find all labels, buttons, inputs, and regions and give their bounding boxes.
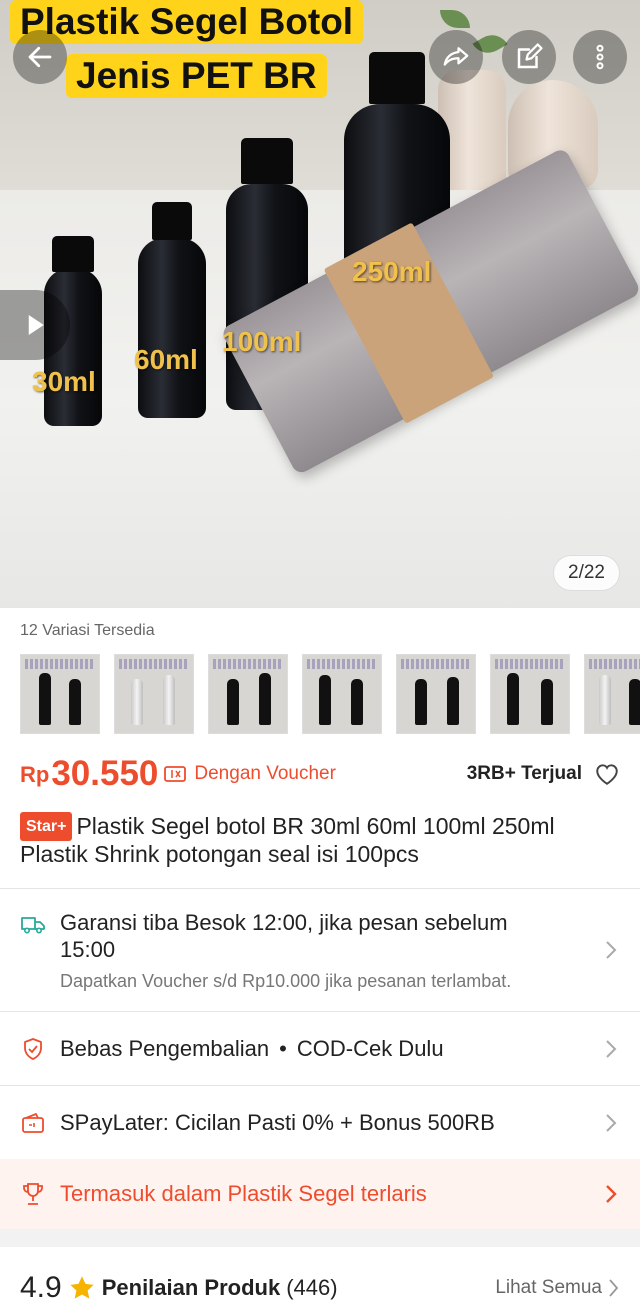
variation-thumb[interactable] <box>490 654 570 734</box>
product-image-carousel[interactable]: 30ml 60ml 100ml 250ml Plastik Segel Boto… <box>0 0 640 608</box>
star-icon <box>70 1276 94 1299</box>
rating-count: (446) <box>286 1275 338 1300</box>
hero-title-line2: Jenis PET BR <box>66 54 327 98</box>
section-gap <box>0 1229 640 1247</box>
trophy-icon <box>23 1183 43 1205</box>
shipping-guarantee-row[interactable]: Garansi tiba Besok 12:00, jika pesan seb… <box>0 889 640 1011</box>
back-arrow-icon <box>28 46 52 68</box>
size-label-30ml: 30ml <box>32 366 96 397</box>
paylater-wallet-icon <box>22 1112 44 1133</box>
chevron-right-icon <box>606 1039 617 1058</box>
size-label-100ml: 100ml <box>222 326 302 357</box>
sold-count: 3RB+ Terjual <box>466 763 582 784</box>
size-label-60ml: 60ml <box>134 344 198 375</box>
chevron-right-icon <box>606 1113 617 1132</box>
play-icon <box>28 315 44 335</box>
hero-title-line1: Plastik Segel Botol <box>10 0 364 44</box>
variation-thumb[interactable] <box>20 654 100 734</box>
paylater-label: SPayLater: Cicilan Pasti 0% + Bonus 500R… <box>60 1109 495 1135</box>
bestseller-label: Termasuk dalam Plastik Segel terlaris <box>60 1181 427 1206</box>
variation-thumb[interactable] <box>584 654 640 734</box>
truck-icon <box>21 917 45 934</box>
share-icon <box>443 47 469 66</box>
more-vertical-icon <box>596 44 604 70</box>
shipping-voucher-note: Dapatkan Voucher s/d Rp10.000 jika pesan… <box>60 971 512 991</box>
chevron-right-icon <box>606 1185 617 1203</box>
shield-check-icon <box>24 1037 42 1060</box>
back-button[interactable] <box>13 30 67 84</box>
variation-thumb[interactable] <box>302 654 382 734</box>
image-counter: 2/22 <box>553 555 620 591</box>
bottle-60ml-image <box>138 202 206 418</box>
rating-score: 4.9 <box>20 1271 62 1301</box>
rating-row[interactable]: 4.9 Penilaian Produk (446) Lihat Semua <box>0 1247 640 1301</box>
returns-row[interactable]: Bebas Pengembalian • COD-Cek Dulu <box>0 1012 640 1085</box>
edit-icon <box>517 43 543 69</box>
price-row: Rp 30.550 Dengan Voucher 3RB+ Terjual <box>0 754 640 794</box>
star-plus-badge: Star+ <box>20 812 73 841</box>
share-button[interactable] <box>429 30 483 84</box>
voucher-icon <box>164 766 187 782</box>
edit-button[interactable] <box>502 30 556 84</box>
paylater-row[interactable]: SPayLater: Cicilan Pasti 0% + Bonus 500R… <box>0 1086 640 1159</box>
product-title: Plastik Segel botol BR 30ml 60ml 100ml 2… <box>20 813 555 867</box>
bestseller-row[interactable]: Termasuk dalam Plastik Segel terlaris <box>0 1159 640 1229</box>
variation-thumb[interactable] <box>208 654 288 734</box>
chevron-right-icon <box>606 941 617 959</box>
more-options-button[interactable] <box>573 30 627 84</box>
size-label-250ml: 250ml <box>352 256 432 287</box>
variation-thumb[interactable] <box>114 654 194 734</box>
see-all-link[interactable]: Lihat Semua <box>495 1277 602 1299</box>
play-video-button[interactable] <box>0 290 70 360</box>
variation-thumbnails <box>20 654 640 734</box>
shipping-guarantee-text: Garansi tiba Besok 12:00, jika pesan seb… <box>60 910 508 962</box>
price-currency: Rp <box>20 762 50 787</box>
separator-dot: • <box>279 1035 287 1061</box>
cod-label: COD-Cek Dulu <box>296 1035 444 1061</box>
chevron-right-icon <box>609 1279 619 1297</box>
product-title-block: Star+ Plastik Segel botol BR 30ml 60ml 10… <box>0 812 640 868</box>
rating-label: Penilaian Produk <box>101 1275 281 1300</box>
variations-section: 12 Variasi Tersedia <box>0 608 640 734</box>
price-value: 30.550 <box>51 754 159 793</box>
heart-icon[interactable] <box>594 762 620 786</box>
variations-label: 12 Variasi Tersedia <box>20 622 155 639</box>
voucher-text[interactable]: Dengan Voucher <box>194 763 336 785</box>
variation-thumb[interactable] <box>396 654 476 734</box>
free-returns-label: Bebas Pengembalian <box>60 1035 270 1061</box>
hero-title-banner: Plastik Segel Botol Jenis PET BR <box>10 0 364 98</box>
